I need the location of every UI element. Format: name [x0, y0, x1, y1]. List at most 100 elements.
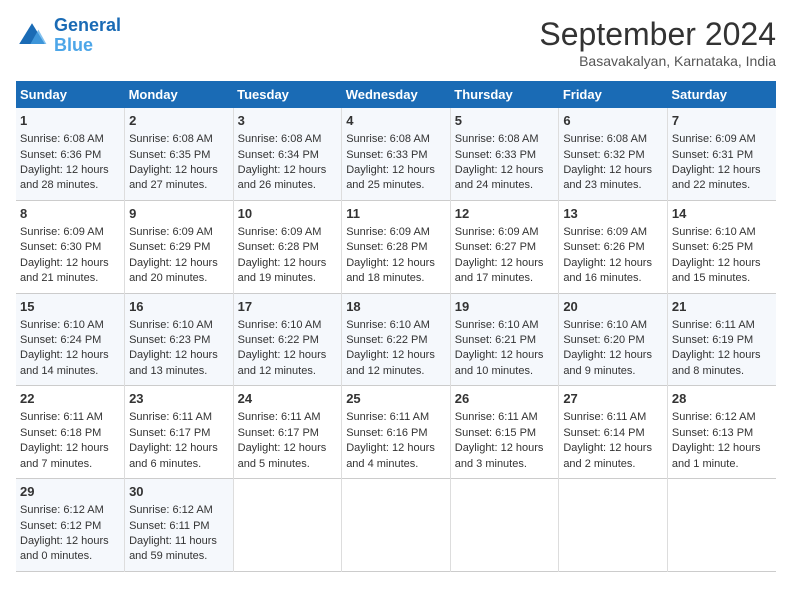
day-info-line: Sunrise: 6:12 AM: [20, 503, 120, 518]
month-title: September 2024: [539, 16, 776, 53]
day-cell: 7Sunrise: 6:09 AMSunset: 6:31 PMDaylight…: [667, 108, 776, 200]
logo-line1: General: [54, 15, 121, 35]
day-number: 17: [238, 298, 338, 316]
day-info-line: Sunrise: 6:08 AM: [238, 132, 338, 147]
day-cell: [450, 479, 559, 572]
day-info-line: and 1 minute.: [672, 457, 772, 472]
day-cell: 10Sunrise: 6:09 AMSunset: 6:28 PMDayligh…: [233, 200, 342, 293]
day-info-line: and 59 minutes.: [129, 549, 229, 564]
day-number: 1: [20, 112, 120, 130]
day-info-line: Daylight: 12 hours: [455, 256, 555, 271]
day-cell: 21Sunrise: 6:11 AMSunset: 6:19 PMDayligh…: [667, 293, 776, 386]
day-info-line: Sunrise: 6:09 AM: [346, 225, 446, 240]
day-info-line: Sunset: 6:18 PM: [20, 426, 120, 441]
logo-text: General Blue: [54, 16, 121, 56]
header-cell-thursday: Thursday: [450, 81, 559, 108]
day-info-line: Sunset: 6:28 PM: [238, 240, 338, 255]
day-info-line: Sunset: 6:27 PM: [455, 240, 555, 255]
day-info-line: Sunrise: 6:11 AM: [563, 410, 663, 425]
day-info-line: and 17 minutes.: [455, 271, 555, 286]
day-info-line: Sunset: 6:24 PM: [20, 333, 120, 348]
day-cell: 23Sunrise: 6:11 AMSunset: 6:17 PMDayligh…: [125, 386, 234, 479]
day-info-line: Daylight: 12 hours: [672, 256, 772, 271]
day-info-line: Sunrise: 6:10 AM: [455, 318, 555, 333]
week-row-4: 22Sunrise: 6:11 AMSunset: 6:18 PMDayligh…: [16, 386, 776, 479]
day-number: 7: [672, 112, 772, 130]
day-cell: 6Sunrise: 6:08 AMSunset: 6:32 PMDaylight…: [559, 108, 668, 200]
day-info-line: Sunrise: 6:08 AM: [563, 132, 663, 147]
page-header: General Blue September 2024 Basavakalyan…: [16, 16, 776, 69]
day-cell: 22Sunrise: 6:11 AMSunset: 6:18 PMDayligh…: [16, 386, 125, 479]
day-info-line: Sunset: 6:16 PM: [346, 426, 446, 441]
day-number: 11: [346, 205, 446, 223]
calendar-body: 1 Sunrise: 6:08 AM Sunset: 6:36 PM Daylight…: [16, 108, 776, 571]
day-info-line: Daylight: 12 hours: [563, 163, 663, 178]
day-cell: 25Sunrise: 6:11 AMSunset: 6:16 PMDayligh…: [342, 386, 451, 479]
day-info-line: and 16 minutes.: [563, 271, 663, 286]
day-number: 12: [455, 205, 555, 223]
day-cell: 14Sunrise: 6:10 AMSunset: 6:25 PMDayligh…: [667, 200, 776, 293]
day-info-line: Sunset: 6:21 PM: [455, 333, 555, 348]
day-info-line: Daylight: 12 hours: [563, 441, 663, 456]
day-info-line: and 20 minutes.: [129, 271, 229, 286]
day-info-line: Daylight: 12 hours: [672, 348, 772, 363]
day-cell: 1Sunrise: 6:08 AMSunset: 6:36 PMDaylight…: [16, 108, 125, 200]
day-info-line: Sunrise: 6:11 AM: [129, 410, 229, 425]
day-info-line: Daylight: 12 hours: [346, 256, 446, 271]
day-info-line: Daylight: 12 hours: [563, 256, 663, 271]
day-number: 24: [238, 390, 338, 408]
day-number: 25: [346, 390, 446, 408]
day-info-line: Sunset: 6:11 PM: [129, 519, 229, 534]
day-number: 10: [238, 205, 338, 223]
day-cell: 13 Sunrise: 6:09 AMSunset: 6:26 PMDayligh…: [559, 200, 668, 293]
day-cell: 4Sunrise: 6:08 AMSunset: 6:33 PMDaylight…: [342, 108, 451, 200]
header-cell-sunday: Sunday: [16, 81, 125, 108]
day-info-line: and 4 minutes.: [346, 457, 446, 472]
day-info-line: Sunset: 6:26 PM: [563, 240, 663, 255]
day-number: 2: [129, 112, 229, 130]
day-info-line: Sunrise: 6:11 AM: [238, 410, 338, 425]
day-info-line: and 13 minutes.: [129, 364, 229, 379]
day-number: 23: [129, 390, 229, 408]
calendar-table: SundayMondayTuesdayWednesdayThursdayFrid…: [16, 81, 776, 572]
day-cell: 11Sunrise: 6:09 AMSunset: 6:28 PMDayligh…: [342, 200, 451, 293]
day-info-line: Sunset: 6:33 PM: [455, 148, 555, 163]
day-info-line: Daylight: 12 hours: [20, 441, 120, 456]
day-info-line: Sunset: 6:15 PM: [455, 426, 555, 441]
day-info-line: Sunrise: 6:11 AM: [20, 410, 120, 425]
day-cell: [559, 479, 668, 572]
day-info-line: Sunrise: 6:08 AM: [455, 132, 555, 147]
day-info-line: and 2 minutes.: [563, 457, 663, 472]
calendar-header: SundayMondayTuesdayWednesdayThursdayFrid…: [16, 81, 776, 108]
header-cell-saturday: Saturday: [667, 81, 776, 108]
day-info-line: Daylight: 12 hours: [346, 163, 446, 178]
day-info-line: Daylight: 12 hours: [455, 348, 555, 363]
day-info-line: Daylight: 12 hours: [20, 534, 120, 549]
day-cell: 3Sunrise: 6:08 AMSunset: 6:34 PMDaylight…: [233, 108, 342, 200]
day-info-line: Sunrise: 6:10 AM: [672, 225, 772, 240]
day-cell: 8Sunrise: 6:09 AMSunset: 6:30 PMDaylight…: [16, 200, 125, 293]
day-number: 13: [563, 205, 663, 223]
day-info-line: and 26 minutes.: [238, 178, 338, 193]
day-info-line: Sunset: 6:36 PM: [20, 148, 120, 163]
location-subtitle: Basavakalyan, Karnataka, India: [539, 53, 776, 69]
day-info-line: and 24 minutes.: [455, 178, 555, 193]
day-info-line: Sunset: 6:22 PM: [346, 333, 446, 348]
day-info-line: Sunrise: 6:09 AM: [563, 225, 663, 240]
day-info-line: Sunset: 6:32 PM: [563, 148, 663, 163]
day-info-line: and 7 minutes.: [20, 457, 120, 472]
day-cell: 27Sunrise: 6:11 AMSunset: 6:14 PMDayligh…: [559, 386, 668, 479]
day-info-line: Sunrise: 6:10 AM: [238, 318, 338, 333]
day-cell: 20Sunrise: 6:10 AMSunset: 6:20 PMDayligh…: [559, 293, 668, 386]
title-block: September 2024 Basavakalyan, Karnataka, …: [539, 16, 776, 69]
header-cell-wednesday: Wednesday: [342, 81, 451, 108]
day-info-line: Daylight: 12 hours: [455, 163, 555, 178]
day-info-line: Sunset: 6:34 PM: [238, 148, 338, 163]
day-info-line: Sunrise: 6:11 AM: [346, 410, 446, 425]
day-info-line: Daylight: 12 hours: [129, 348, 229, 363]
header-cell-tuesday: Tuesday: [233, 81, 342, 108]
day-info-line: Sunset: 6:19 PM: [672, 333, 772, 348]
day-info-line: and 0 minutes.: [20, 549, 120, 564]
day-number: 3: [238, 112, 338, 130]
day-cell: 28Sunrise: 6:12 AMSunset: 6:13 PMDayligh…: [667, 386, 776, 479]
